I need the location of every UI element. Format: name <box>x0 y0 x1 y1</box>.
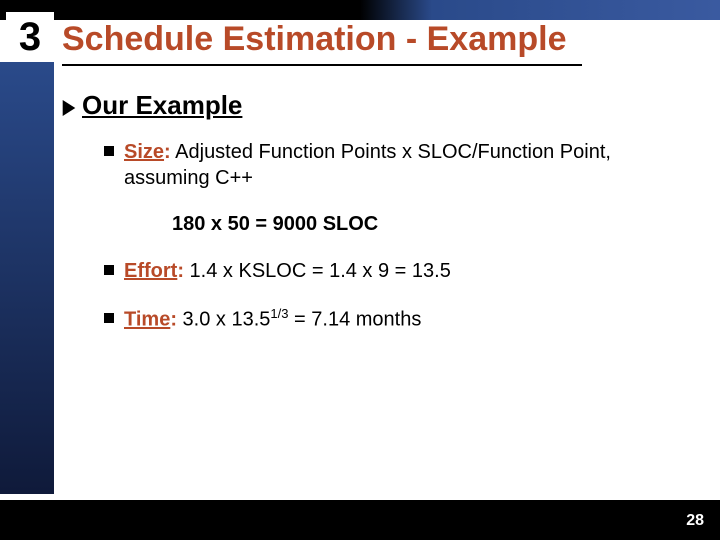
bullet-size-text: Size: Adjusted Function Points x SLOC/Fu… <box>124 139 611 191</box>
slide: 3 Schedule Estimation - Example Our Exam… <box>0 0 720 540</box>
size-colon: : <box>164 141 171 163</box>
effort-label: Effort <box>124 260 177 282</box>
size-calc: 180 x 50 = 9000 SLOC <box>172 213 682 236</box>
page-number: 28 <box>686 512 704 530</box>
footer-band: 28 <box>0 500 720 540</box>
section-number: 3 <box>19 15 41 60</box>
bullet-time-text: Time: 3.0 x 13.51/3 = 7.14 months <box>124 306 421 333</box>
arrow-bullet-icon <box>63 100 76 116</box>
time-prefix: 3.0 x 13.5 <box>177 309 270 331</box>
title-underline <box>62 64 582 66</box>
size-label: Size <box>124 141 164 163</box>
time-colon: : <box>170 309 177 331</box>
content-area: Our Example Size: Adjusted Function Poin… <box>62 90 682 355</box>
heading-row: Our Example <box>62 90 682 121</box>
left-side-bar <box>0 62 54 494</box>
size-line2: assuming C++ <box>124 167 253 189</box>
section-number-box: 3 <box>6 12 54 62</box>
square-bullet-icon <box>104 265 114 275</box>
bullet-time: Time: 3.0 x 13.51/3 = 7.14 months <box>104 306 682 333</box>
time-label: Time <box>124 309 170 331</box>
time-suffix: = 7.14 months <box>288 309 421 331</box>
slide-title: Schedule Estimation - Example <box>62 20 566 59</box>
bullet-effort: Effort: 1.4 x KSLOC = 1.4 x 9 = 13.5 <box>104 258 682 284</box>
bullet-size: Size: Adjusted Function Points x SLOC/Fu… <box>104 139 682 191</box>
effort-text: 1.4 x KSLOC = 1.4 x 9 = 13.5 <box>184 260 451 282</box>
time-exponent: 1/3 <box>270 306 288 321</box>
square-bullet-icon <box>104 313 114 323</box>
bullet-effort-text: Effort: 1.4 x KSLOC = 1.4 x 9 = 13.5 <box>124 258 451 284</box>
top-band <box>0 0 720 20</box>
square-bullet-icon <box>104 146 114 156</box>
size-line1: Adjusted Function Points x SLOC/Function… <box>171 141 611 163</box>
heading-text: Our Example <box>82 90 242 121</box>
effort-colon: : <box>177 260 184 282</box>
